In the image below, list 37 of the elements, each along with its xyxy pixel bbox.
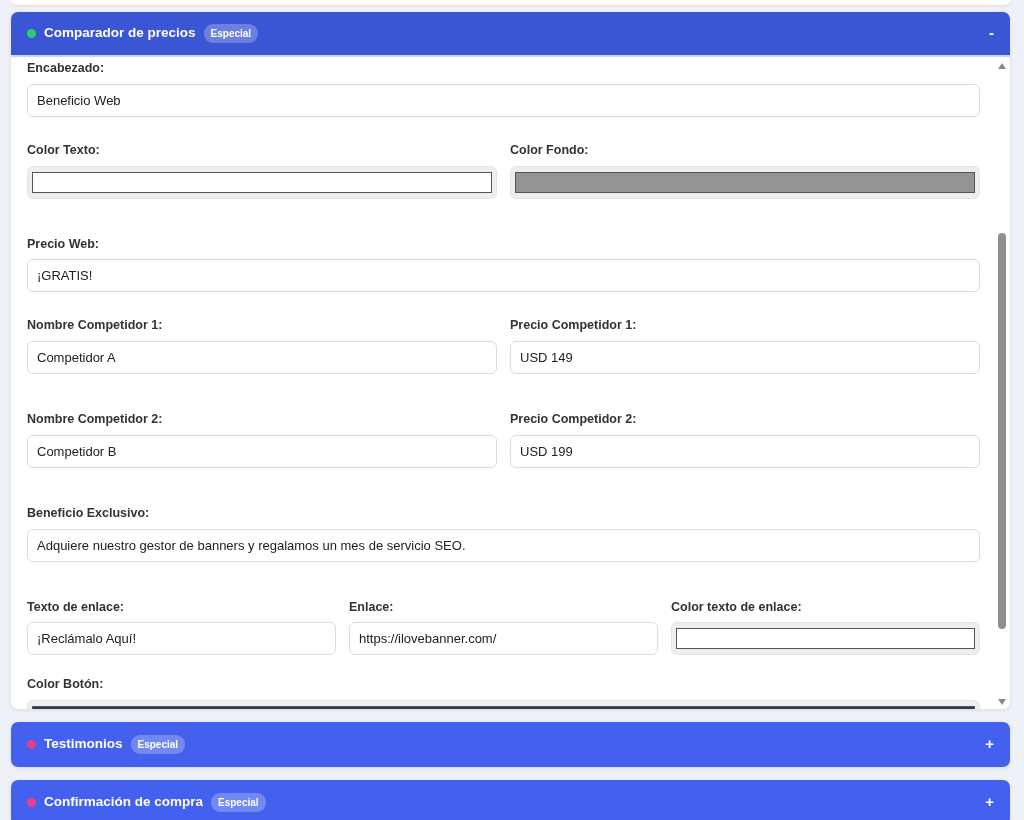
field-label: Encabezado: (27, 60, 106, 77)
field-label: Texto de enlace: (27, 598, 126, 616)
input-field[interactable]: https://ilovebanner.com/ (349, 622, 658, 656)
input-field[interactable]: ¡GRATIS! (27, 259, 980, 293)
input-field[interactable]: ¡Reclámalo Aquí! (27, 622, 336, 656)
tag-label: Especial (211, 793, 266, 812)
input-field[interactable]: Adquiere nuestro gestor de banners y regalamos un mes de servicio SEO. (27, 528, 980, 562)
field-label: Nombre Competidor 2: (27, 411, 164, 428)
tag-label: Especial (130, 735, 186, 754)
field-label: Color Fondo: (510, 141, 590, 159)
field-label: Color Texto: (27, 141, 101, 159)
panel-title: Confirmación de compra (44, 793, 204, 812)
field-label: Precio Competidor 2: (510, 411, 638, 428)
field-label: Precio Competidor 1: (510, 317, 638, 335)
toggle-icon: + (985, 791, 994, 814)
accordion-header[interactable]: Testimonios Especial + (11, 722, 1010, 767)
toggle-icon: - (989, 22, 994, 45)
field-label: Enlace: (349, 598, 395, 616)
field-label: Color Botón: (27, 676, 105, 694)
field-label: Nombre Competidor 1: (27, 317, 164, 335)
field-label: Precio Web: (27, 235, 100, 253)
input-field[interactable]: USD 199 (510, 434, 980, 468)
color-picker[interactable] (671, 622, 980, 656)
accordion-header[interactable]: Confirmación de compra Especial + (11, 780, 1010, 820)
tag-label: Especial (203, 24, 259, 43)
input-field[interactable]: Beneficio Web (27, 83, 980, 117)
field-label: Beneficio Exclusivo: (27, 504, 151, 522)
input-field[interactable]: Competidor A (27, 341, 497, 374)
panel-title: Testimonios (44, 735, 123, 754)
color-picker[interactable] (510, 165, 980, 199)
color-picker[interactable] (27, 165, 497, 199)
input-field[interactable]: USD 149 (510, 341, 980, 374)
input-field[interactable]: Competidor B (27, 434, 497, 468)
toggle-icon: + (985, 733, 994, 756)
panel-title: Comparador de precios (44, 24, 196, 43)
field-label: Color texto de enlace: (671, 598, 803, 616)
accordion-header[interactable]: Comparador de precios Especial - (11, 12, 1010, 57)
